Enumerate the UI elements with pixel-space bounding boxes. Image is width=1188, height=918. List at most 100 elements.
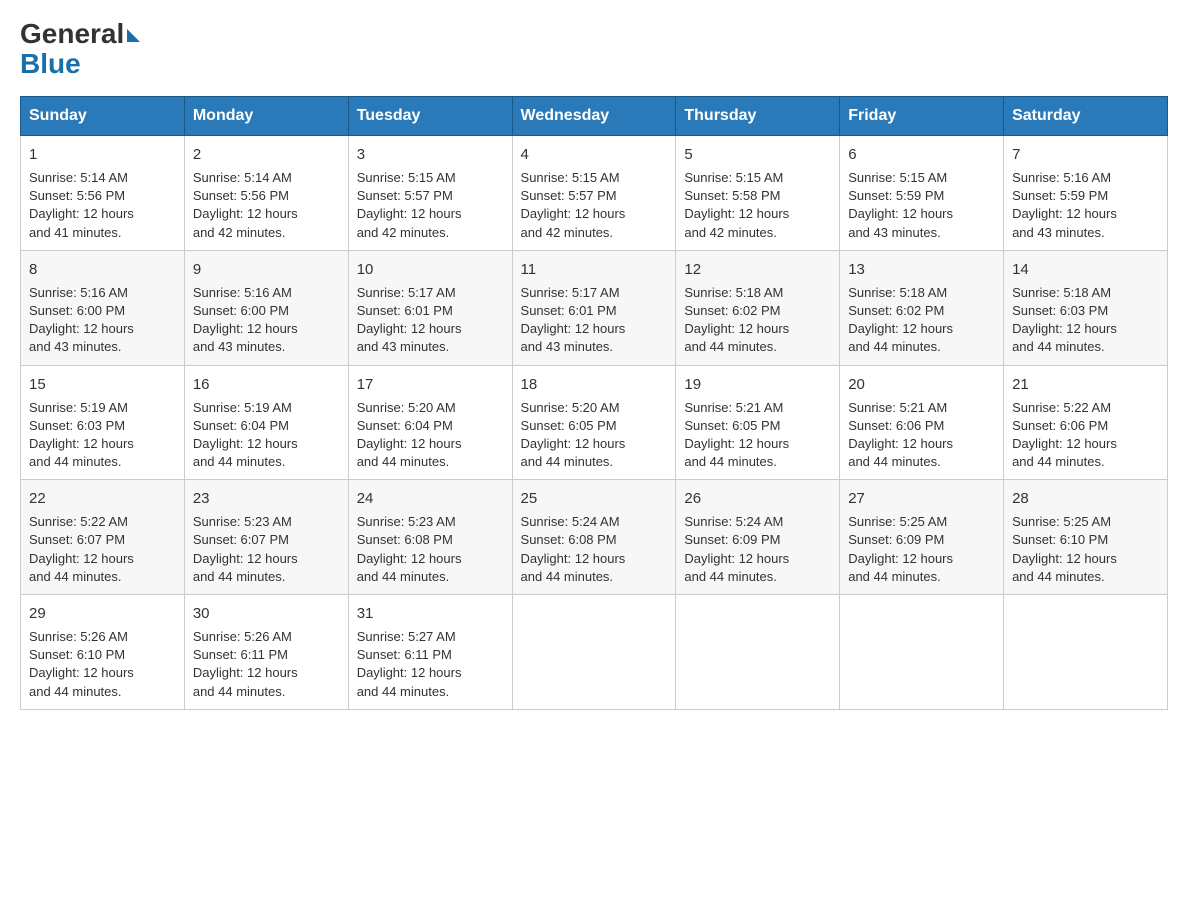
day-info: Sunrise: 5:22 AMSunset: 6:06 PMDaylight:… bbox=[1012, 400, 1117, 470]
calendar-cell: 24 Sunrise: 5:23 AMSunset: 6:08 PMDaylig… bbox=[348, 480, 512, 595]
column-header-friday: Friday bbox=[840, 97, 1004, 136]
day-info: Sunrise: 5:23 AMSunset: 6:08 PMDaylight:… bbox=[357, 514, 462, 584]
day-number: 26 bbox=[684, 488, 831, 509]
day-number: 16 bbox=[193, 374, 340, 395]
column-header-thursday: Thursday bbox=[676, 97, 840, 136]
day-number: 28 bbox=[1012, 488, 1159, 509]
day-info: Sunrise: 5:18 AMSunset: 6:03 PMDaylight:… bbox=[1012, 285, 1117, 355]
calendar-cell: 27 Sunrise: 5:25 AMSunset: 6:09 PMDaylig… bbox=[840, 480, 1004, 595]
calendar-cell: 4 Sunrise: 5:15 AMSunset: 5:57 PMDayligh… bbox=[512, 136, 676, 251]
day-info: Sunrise: 5:15 AMSunset: 5:57 PMDaylight:… bbox=[521, 170, 626, 240]
day-number: 27 bbox=[848, 488, 995, 509]
day-number: 15 bbox=[29, 374, 176, 395]
calendar-cell: 10 Sunrise: 5:17 AMSunset: 6:01 PMDaylig… bbox=[348, 250, 512, 365]
day-number: 23 bbox=[193, 488, 340, 509]
day-info: Sunrise: 5:14 AMSunset: 5:56 PMDaylight:… bbox=[29, 170, 134, 240]
day-number: 6 bbox=[848, 144, 995, 165]
day-info: Sunrise: 5:16 AMSunset: 6:00 PMDaylight:… bbox=[193, 285, 298, 355]
calendar-table: SundayMondayTuesdayWednesdayThursdayFrid… bbox=[20, 96, 1168, 710]
logo: General Blue bbox=[20, 20, 140, 80]
column-header-tuesday: Tuesday bbox=[348, 97, 512, 136]
day-info: Sunrise: 5:14 AMSunset: 5:56 PMDaylight:… bbox=[193, 170, 298, 240]
calendar-cell: 31 Sunrise: 5:27 AMSunset: 6:11 PMDaylig… bbox=[348, 595, 512, 710]
column-header-sunday: Sunday bbox=[21, 97, 185, 136]
calendar-cell: 23 Sunrise: 5:23 AMSunset: 6:07 PMDaylig… bbox=[184, 480, 348, 595]
day-info: Sunrise: 5:17 AMSunset: 6:01 PMDaylight:… bbox=[357, 285, 462, 355]
calendar-cell: 9 Sunrise: 5:16 AMSunset: 6:00 PMDayligh… bbox=[184, 250, 348, 365]
calendar-cell: 7 Sunrise: 5:16 AMSunset: 5:59 PMDayligh… bbox=[1004, 136, 1168, 251]
column-header-saturday: Saturday bbox=[1004, 97, 1168, 136]
calendar-cell: 16 Sunrise: 5:19 AMSunset: 6:04 PMDaylig… bbox=[184, 365, 348, 480]
column-header-monday: Monday bbox=[184, 97, 348, 136]
day-number: 31 bbox=[357, 603, 504, 624]
calendar-cell: 22 Sunrise: 5:22 AMSunset: 6:07 PMDaylig… bbox=[21, 480, 185, 595]
calendar-cell: 2 Sunrise: 5:14 AMSunset: 5:56 PMDayligh… bbox=[184, 136, 348, 251]
calendar-cell: 12 Sunrise: 5:18 AMSunset: 6:02 PMDaylig… bbox=[676, 250, 840, 365]
day-number: 5 bbox=[684, 144, 831, 165]
calendar-week-row: 1 Sunrise: 5:14 AMSunset: 5:56 PMDayligh… bbox=[21, 136, 1168, 251]
day-info: Sunrise: 5:26 AMSunset: 6:11 PMDaylight:… bbox=[193, 629, 298, 699]
day-info: Sunrise: 5:16 AMSunset: 5:59 PMDaylight:… bbox=[1012, 170, 1117, 240]
calendar-cell: 15 Sunrise: 5:19 AMSunset: 6:03 PMDaylig… bbox=[21, 365, 185, 480]
day-number: 20 bbox=[848, 374, 995, 395]
day-number: 10 bbox=[357, 259, 504, 280]
calendar-cell bbox=[840, 595, 1004, 710]
day-number: 17 bbox=[357, 374, 504, 395]
calendar-cell: 18 Sunrise: 5:20 AMSunset: 6:05 PMDaylig… bbox=[512, 365, 676, 480]
day-info: Sunrise: 5:18 AMSunset: 6:02 PMDaylight:… bbox=[848, 285, 953, 355]
calendar-cell: 8 Sunrise: 5:16 AMSunset: 6:00 PMDayligh… bbox=[21, 250, 185, 365]
calendar-cell: 26 Sunrise: 5:24 AMSunset: 6:09 PMDaylig… bbox=[676, 480, 840, 595]
page-header: General Blue bbox=[20, 20, 1168, 80]
day-info: Sunrise: 5:16 AMSunset: 6:00 PMDaylight:… bbox=[29, 285, 134, 355]
day-number: 14 bbox=[1012, 259, 1159, 280]
day-info: Sunrise: 5:25 AMSunset: 6:09 PMDaylight:… bbox=[848, 514, 953, 584]
day-number: 30 bbox=[193, 603, 340, 624]
column-header-wednesday: Wednesday bbox=[512, 97, 676, 136]
calendar-cell: 17 Sunrise: 5:20 AMSunset: 6:04 PMDaylig… bbox=[348, 365, 512, 480]
day-info: Sunrise: 5:21 AMSunset: 6:06 PMDaylight:… bbox=[848, 400, 953, 470]
day-info: Sunrise: 5:24 AMSunset: 6:09 PMDaylight:… bbox=[684, 514, 789, 584]
day-number: 19 bbox=[684, 374, 831, 395]
day-number: 12 bbox=[684, 259, 831, 280]
calendar-cell: 11 Sunrise: 5:17 AMSunset: 6:01 PMDaylig… bbox=[512, 250, 676, 365]
calendar-cell: 6 Sunrise: 5:15 AMSunset: 5:59 PMDayligh… bbox=[840, 136, 1004, 251]
day-number: 2 bbox=[193, 144, 340, 165]
day-info: Sunrise: 5:23 AMSunset: 6:07 PMDaylight:… bbox=[193, 514, 298, 584]
day-number: 4 bbox=[521, 144, 668, 165]
calendar-cell bbox=[676, 595, 840, 710]
calendar-week-row: 29 Sunrise: 5:26 AMSunset: 6:10 PMDaylig… bbox=[21, 595, 1168, 710]
calendar-cell: 30 Sunrise: 5:26 AMSunset: 6:11 PMDaylig… bbox=[184, 595, 348, 710]
day-info: Sunrise: 5:20 AMSunset: 6:04 PMDaylight:… bbox=[357, 400, 462, 470]
calendar-cell: 14 Sunrise: 5:18 AMSunset: 6:03 PMDaylig… bbox=[1004, 250, 1168, 365]
day-info: Sunrise: 5:19 AMSunset: 6:04 PMDaylight:… bbox=[193, 400, 298, 470]
calendar-week-row: 22 Sunrise: 5:22 AMSunset: 6:07 PMDaylig… bbox=[21, 480, 1168, 595]
day-number: 24 bbox=[357, 488, 504, 509]
day-info: Sunrise: 5:15 AMSunset: 5:57 PMDaylight:… bbox=[357, 170, 462, 240]
day-number: 1 bbox=[29, 144, 176, 165]
day-info: Sunrise: 5:22 AMSunset: 6:07 PMDaylight:… bbox=[29, 514, 134, 584]
day-info: Sunrise: 5:19 AMSunset: 6:03 PMDaylight:… bbox=[29, 400, 134, 470]
calendar-cell: 29 Sunrise: 5:26 AMSunset: 6:10 PMDaylig… bbox=[21, 595, 185, 710]
day-info: Sunrise: 5:21 AMSunset: 6:05 PMDaylight:… bbox=[684, 400, 789, 470]
day-info: Sunrise: 5:26 AMSunset: 6:10 PMDaylight:… bbox=[29, 629, 134, 699]
day-info: Sunrise: 5:25 AMSunset: 6:10 PMDaylight:… bbox=[1012, 514, 1117, 584]
day-number: 21 bbox=[1012, 374, 1159, 395]
logo-blue-text: Blue bbox=[20, 48, 81, 80]
day-number: 29 bbox=[29, 603, 176, 624]
day-info: Sunrise: 5:24 AMSunset: 6:08 PMDaylight:… bbox=[521, 514, 626, 584]
day-info: Sunrise: 5:15 AMSunset: 5:58 PMDaylight:… bbox=[684, 170, 789, 240]
day-number: 7 bbox=[1012, 144, 1159, 165]
calendar-cell: 28 Sunrise: 5:25 AMSunset: 6:10 PMDaylig… bbox=[1004, 480, 1168, 595]
logo-general-text: General bbox=[20, 20, 140, 48]
calendar-week-row: 15 Sunrise: 5:19 AMSunset: 6:03 PMDaylig… bbox=[21, 365, 1168, 480]
day-number: 18 bbox=[521, 374, 668, 395]
calendar-cell: 20 Sunrise: 5:21 AMSunset: 6:06 PMDaylig… bbox=[840, 365, 1004, 480]
day-info: Sunrise: 5:15 AMSunset: 5:59 PMDaylight:… bbox=[848, 170, 953, 240]
calendar-cell: 13 Sunrise: 5:18 AMSunset: 6:02 PMDaylig… bbox=[840, 250, 1004, 365]
day-info: Sunrise: 5:17 AMSunset: 6:01 PMDaylight:… bbox=[521, 285, 626, 355]
calendar-cell: 5 Sunrise: 5:15 AMSunset: 5:58 PMDayligh… bbox=[676, 136, 840, 251]
day-number: 8 bbox=[29, 259, 176, 280]
calendar-cell: 25 Sunrise: 5:24 AMSunset: 6:08 PMDaylig… bbox=[512, 480, 676, 595]
calendar-cell: 19 Sunrise: 5:21 AMSunset: 6:05 PMDaylig… bbox=[676, 365, 840, 480]
calendar-week-row: 8 Sunrise: 5:16 AMSunset: 6:00 PMDayligh… bbox=[21, 250, 1168, 365]
